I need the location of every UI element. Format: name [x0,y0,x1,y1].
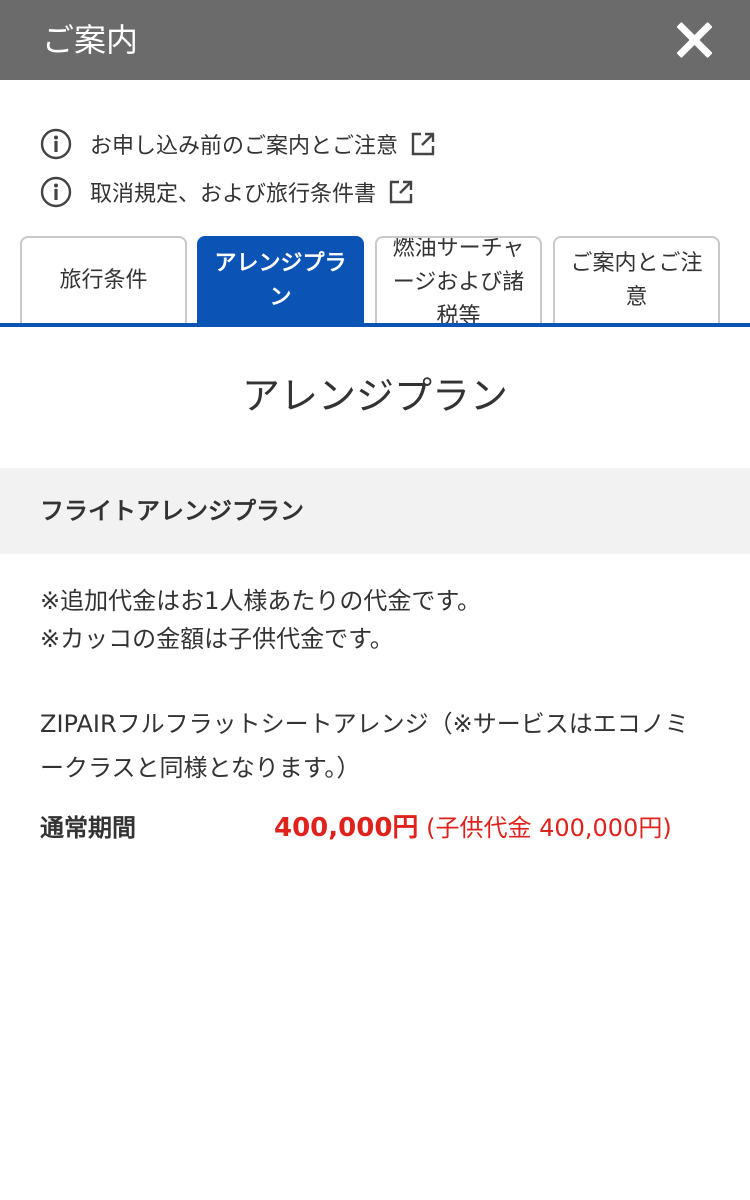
price-value: 400,000円 [274,813,419,843]
plan-description: ZIPAIRフルフラットシートアレンジ（※サービスはエコノミークラスと同様となり… [40,710,689,782]
tab-label: アレンジプラン [214,251,347,310]
subhead-bar: フライトアレンジプラン [0,468,750,554]
info-link-pre-application[interactable]: お申し込み前のご案内とご注意 [40,126,436,162]
info-link-label: お申し込み前のご案内とご注意 [90,134,399,159]
note-per-person: ※追加代金はお1人様あたりの代金です。 [40,587,481,615]
tab-fuel-surcharge[interactable]: 燃油サーチャージおよび諸税等 [375,236,542,324]
tab-arrange-plan[interactable]: アレンジプラン [197,236,364,324]
subhead-title: フライトアレンジプラン [40,497,304,525]
period-label: 通常期間 [40,814,136,842]
price-block: 400,000円 (子供代金 400,000円) [274,808,704,848]
tab-label: ご案内とご注意 [570,251,703,310]
tab-label: 旅行条件 [59,268,148,293]
modal-header: ご案内 [0,0,750,80]
info-link-label: 取消規定、および旅行条件書 [90,182,377,207]
info-icon [40,176,72,208]
tab-notices[interactable]: ご案内とご注意 [553,236,720,324]
child-price-value: (子供代金 400,000円) [426,814,672,842]
section-title: アレンジプラン [241,374,508,418]
tab-travel-conditions[interactable]: 旅行条件 [20,236,187,324]
close-icon[interactable] [668,14,720,66]
external-link-icon [389,180,413,204]
modal-title: ご案内 [42,21,139,59]
external-link-icon [411,132,435,156]
tab-label: 燃油サーチャージおよび諸税等 [392,236,525,324]
info-link-cancellation-policy[interactable]: 取消規定、および旅行条件書 [40,174,414,210]
note-child-price: ※カッコの金額は子供代金です。 [40,625,394,653]
info-icon [40,128,72,160]
tab-underline [0,323,750,327]
